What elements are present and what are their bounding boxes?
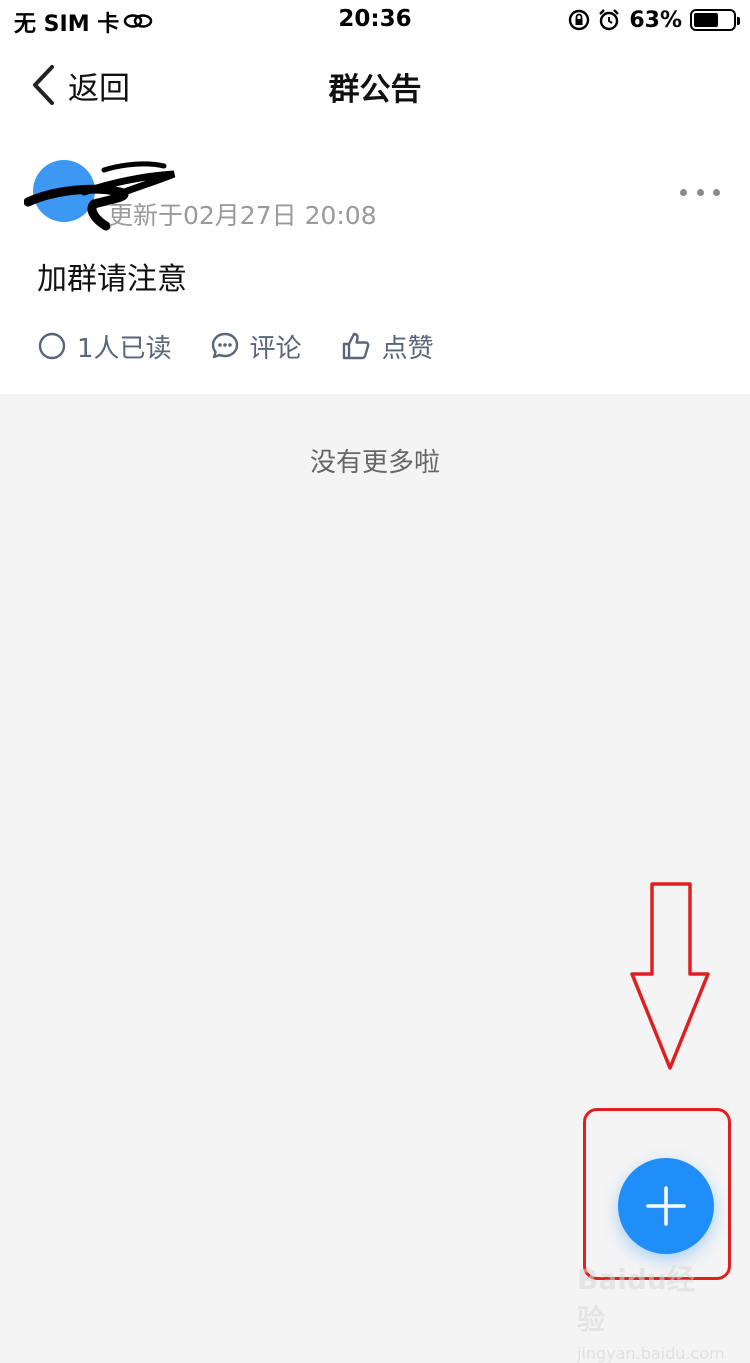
watermark: Baidu经验 jingyan.baidu.com <box>577 1258 725 1363</box>
updated-time: 更新于02月27日 20:08 <box>108 201 377 230</box>
comment-button[interactable]: 评论 <box>210 328 302 365</box>
more-dot-icon <box>680 188 687 196</box>
action-row: 1人已读 评论 点赞 <box>37 328 472 364</box>
plus-icon <box>646 1186 686 1226</box>
more-options-button[interactable] <box>680 180 720 204</box>
circle-icon <box>38 332 66 360</box>
thumbs-up-icon <box>342 332 369 360</box>
status-right: 63% <box>561 6 740 34</box>
rotation-lock-icon <box>569 9 590 31</box>
battery-icon <box>690 9 740 31</box>
add-announcement-button[interactable] <box>618 1158 714 1254</box>
like-button[interactable]: 点赞 <box>340 328 434 365</box>
announcement-card: 更新于02月27日 20:08 加群请注意 1人已读 评论 点赞 <box>0 130 750 394</box>
comment-label: 评论 <box>249 333 302 364</box>
annotation-arrow-icon <box>630 882 710 1070</box>
more-dot-icon <box>713 188 720 196</box>
read-count-button[interactable]: 1人已读 <box>37 328 172 365</box>
page-title: 群公告 <box>328 72 422 108</box>
more-dot-icon <box>696 188 704 196</box>
watermark-logo: Baidu经验 <box>577 1263 695 1336</box>
read-count-label: 1人已读 <box>77 333 172 364</box>
no-more-text: 没有更多啦 <box>309 448 440 478</box>
like-label: 点赞 <box>381 333 434 364</box>
alarm-icon <box>599 9 620 31</box>
status-bar: 无 SIM 卡 20:36 63% <box>0 0 750 40</box>
battery-percent: 63% <box>629 7 682 33</box>
watermark-url: jingyan.baidu.com <box>577 1344 725 1363</box>
nav-bar: 返回 群公告 <box>0 40 750 130</box>
announcement-content: 加群请注意 <box>37 262 187 297</box>
comment-icon <box>211 332 238 359</box>
